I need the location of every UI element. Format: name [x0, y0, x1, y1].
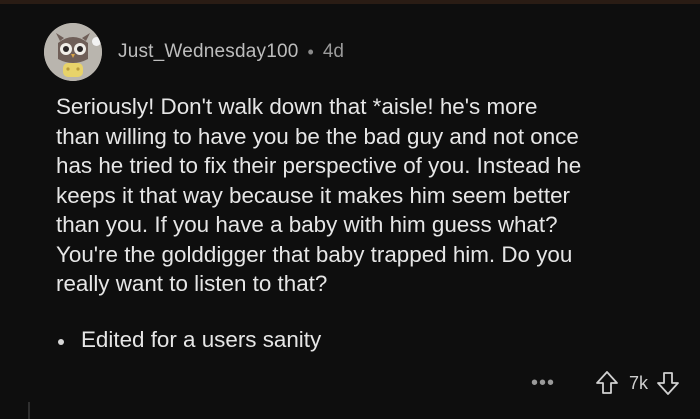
top-divider: [0, 0, 700, 4]
thread-line: [28, 402, 30, 419]
user-avatar[interactable]: [44, 23, 102, 81]
list-item: Edited for a users sanity: [56, 327, 321, 353]
comment-age: 4d: [322, 41, 344, 62]
comment-header: Just_Wednesday100 • 4d: [44, 22, 344, 82]
avatar-status-dot: [92, 37, 101, 46]
comment-actions: ••• 7k: [531, 366, 680, 400]
comment-username[interactable]: Just_Wednesday100: [118, 41, 299, 63]
bullet-dot: [58, 338, 64, 345]
vote-count: 7k: [628, 372, 648, 393]
more-options-icon[interactable]: •••: [531, 372, 555, 395]
downvote-arrow-icon[interactable]: [656, 370, 680, 396]
upvote-arrow-icon[interactable]: [595, 370, 619, 396]
comment-body: Seriously! Don't walk down that *aisle! …: [56, 94, 582, 296]
avatar-owl-image: [44, 23, 102, 81]
meta-separator: •: [307, 41, 314, 62]
list-item-text: Edited for a users sanity: [81, 327, 322, 352]
